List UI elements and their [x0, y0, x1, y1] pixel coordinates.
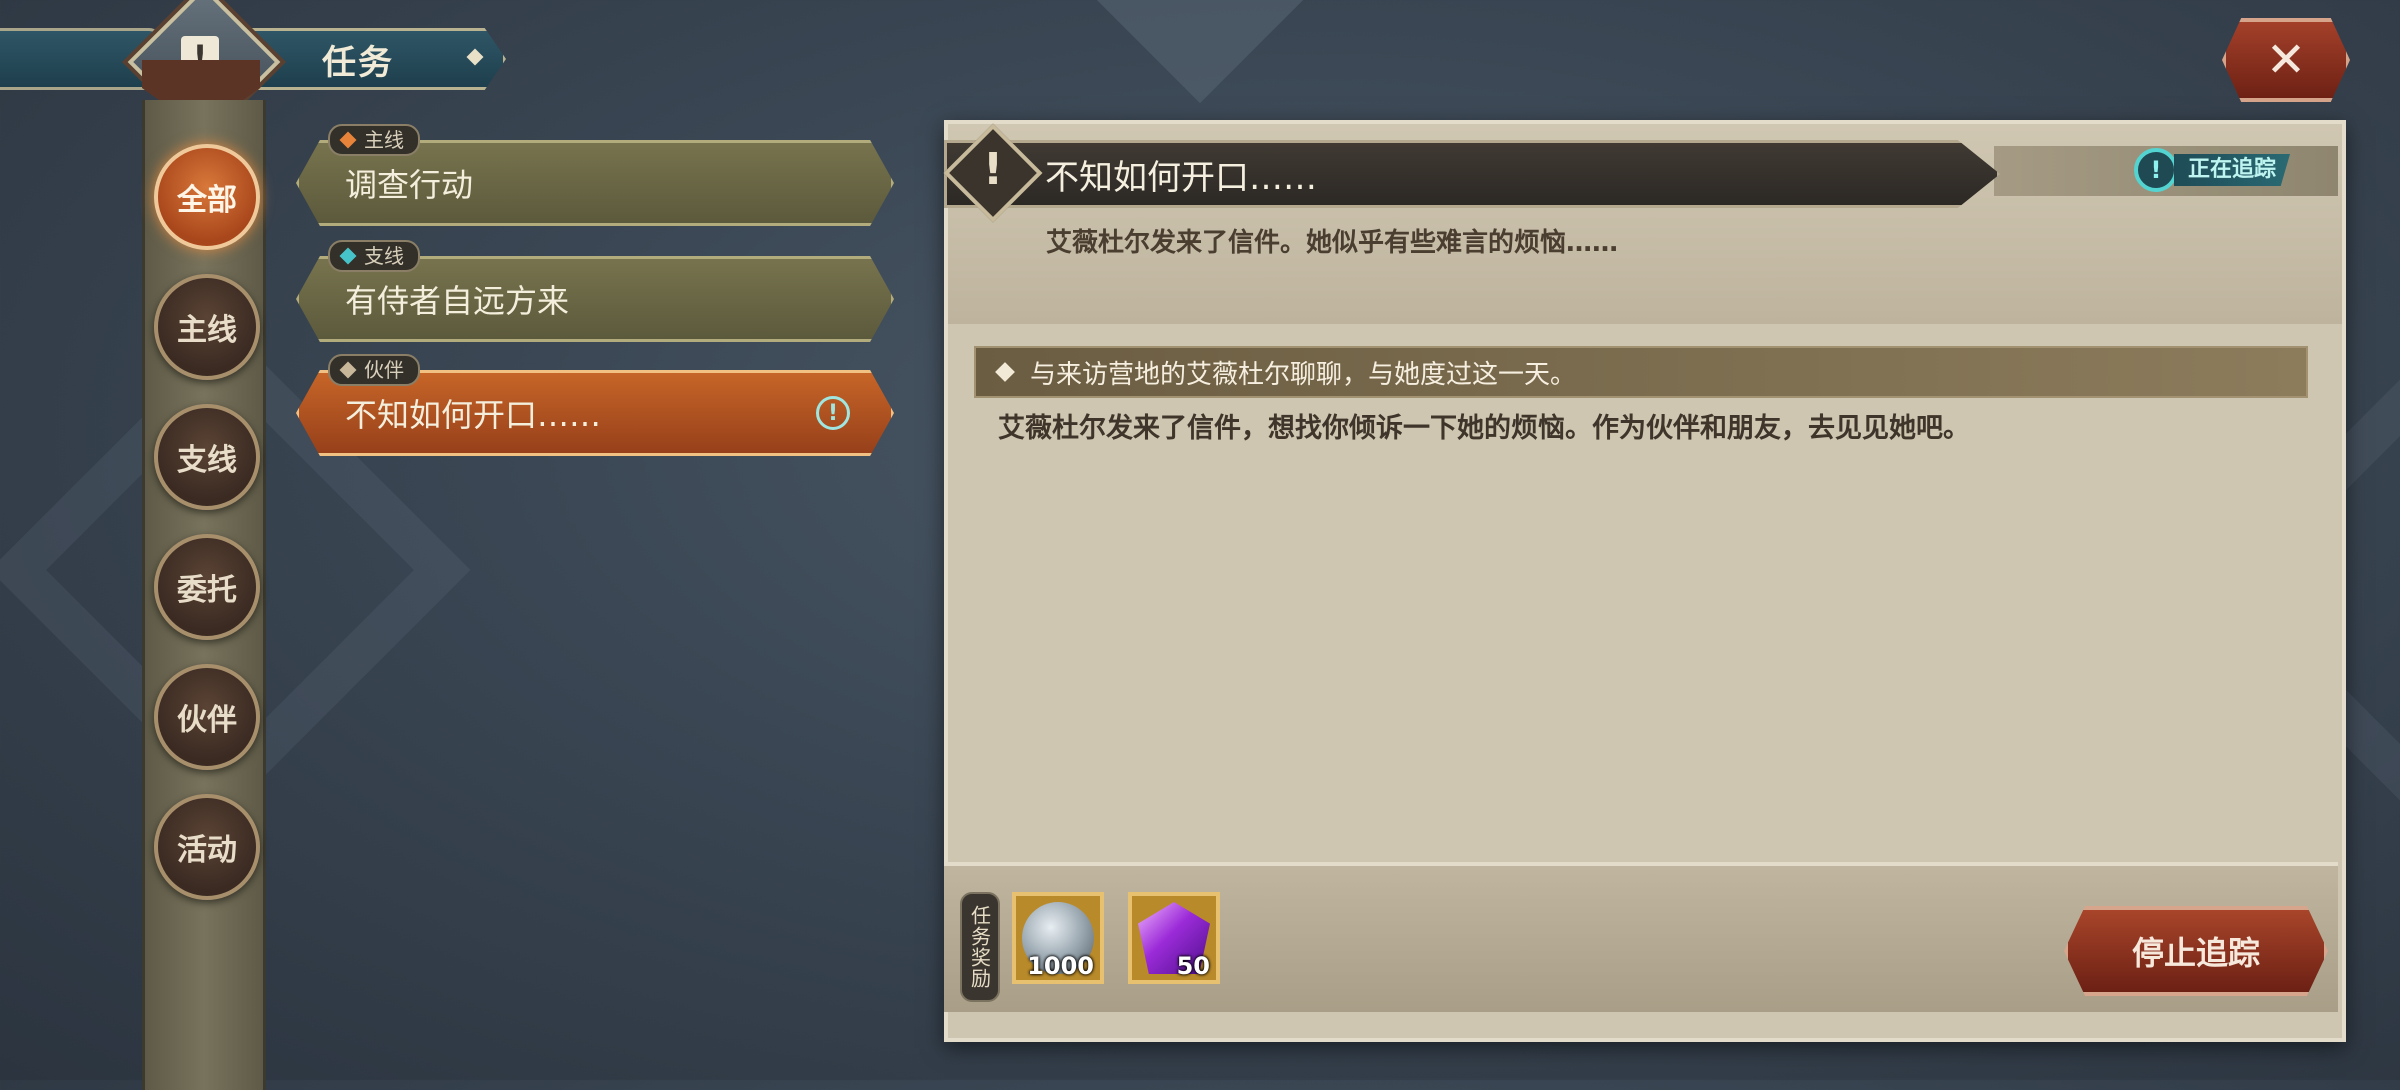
category-event-button[interactable]: 活动 [154, 794, 260, 900]
tag-diamond-icon [339, 247, 357, 265]
category-partner-button[interactable]: 伙伴 [154, 664, 260, 770]
stop-tracking-label: 停止追踪 [2131, 934, 2260, 972]
quest-title: 调查行动 [345, 166, 474, 204]
tab-arrow-icon [466, 48, 484, 66]
quest-title-bar: 不知如何开口…… [944, 140, 2000, 208]
category-side-button[interactable]: 支线 [154, 404, 260, 510]
category-all-button[interactable]: 全部 [154, 144, 260, 250]
reward-quantity: 50 [1176, 952, 1210, 980]
quest-type-tag: 支线 [328, 240, 420, 272]
reward-item[interactable]: 50 [1128, 892, 1220, 984]
background-ornament [1086, 0, 1314, 104]
tag-label: 伙伴 [364, 358, 404, 382]
reward-label-text: 任务奖励 [967, 905, 992, 989]
tracking-marker-icon: ! [816, 396, 850, 430]
quest-description: 艾薇杜尔发来了信件，想找你倾诉一下她的烦恼。作为伙伴和朋友，去见见她吧。 [998, 413, 1970, 444]
tracking-marker-icon: ! [2134, 148, 2178, 192]
exclamation-icon: ! [982, 143, 1004, 195]
category-label: 支线 [177, 443, 237, 478]
quest-objective: 与来访营地的艾薇杜尔聊聊，与她度过这一天。 [974, 346, 2308, 398]
reward-item[interactable]: 1000 [1012, 892, 1104, 984]
page-title: 任务 [322, 42, 394, 83]
close-icon: ✕ [2265, 32, 2307, 88]
reward-quantity: 1000 [1027, 952, 1094, 980]
tag-diamond-icon [339, 361, 357, 379]
quest-title: 不知如何开口…… [345, 396, 602, 434]
category-label: 全部 [177, 183, 237, 218]
tracking-label: 正在追踪 [2174, 154, 2291, 186]
close-button[interactable]: ✕ [2222, 18, 2350, 102]
category-commission-button[interactable]: 委托 [154, 534, 260, 640]
stop-tracking-button[interactable]: 停止追踪 [2064, 906, 2328, 996]
objective-text: 与来访营地的艾薇杜尔聊聊，与她度过这一天。 [1030, 359, 1577, 390]
quest-item[interactable]: 主线 调查行动 [296, 124, 894, 226]
tracking-status[interactable]: ! 正在追踪 [2134, 148, 2334, 192]
quest-summary: 艾薇杜尔发来了信件。她似乎有些难言的烦恼…… [1046, 228, 1619, 258]
quest-detail-title: 不知如何开口…… [1045, 157, 1317, 198]
quest-item[interactable]: 支线 有侍者自远方来 [296, 240, 894, 342]
tag-diamond-icon [339, 131, 357, 149]
quest-type-tag: 伙伴 [328, 354, 420, 386]
header-title-tab: 任务 [240, 28, 506, 90]
category-label: 委托 [177, 573, 237, 608]
category-label: 伙伴 [177, 703, 237, 738]
category-label: 活动 [177, 833, 237, 868]
category-label: 主线 [177, 313, 237, 348]
quest-type-tag: 主线 [328, 124, 420, 156]
quest-title: 有侍者自远方来 [345, 282, 570, 320]
diamond-bullet-icon [995, 362, 1015, 382]
reward-label: 任务奖励 [960, 892, 1000, 1002]
quest-item-selected[interactable]: 伙伴 不知如何开口…… ! [296, 354, 894, 456]
category-main-button[interactable]: 主线 [154, 274, 260, 380]
tag-label: 主线 [364, 128, 404, 152]
tag-label: 支线 [364, 244, 404, 268]
